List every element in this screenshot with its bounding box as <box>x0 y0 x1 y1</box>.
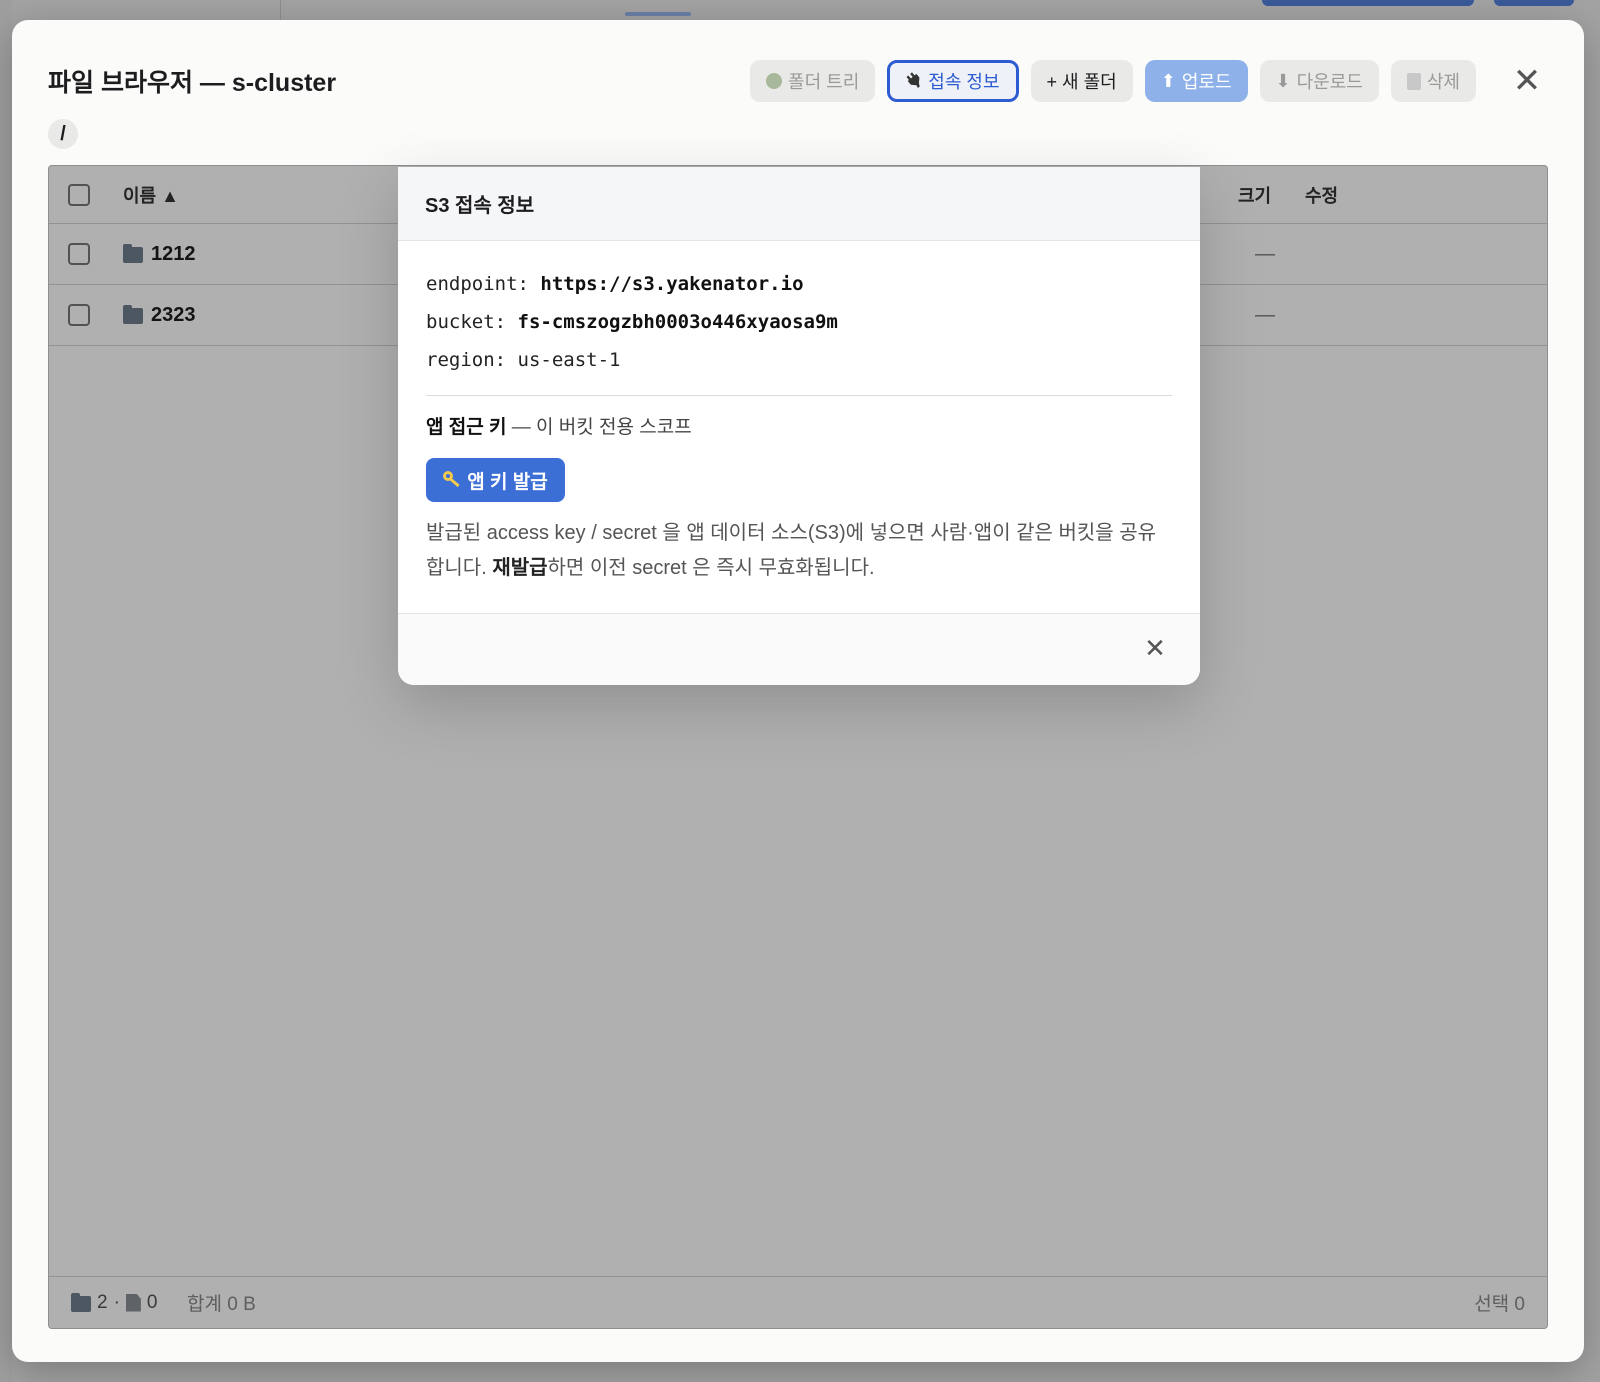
column-name-header[interactable]: 이름 ▲ <box>123 182 179 208</box>
app-key-description: 발급된 access key / secret 을 앱 데이터 소스(S3)에 … <box>426 516 1172 586</box>
folder-count: 2 <box>97 1291 108 1313</box>
region-line: region: us-east-1 <box>426 341 1172 379</box>
upload-button[interactable]: ⬆ 업로드 <box>1144 60 1248 102</box>
folder-icon <box>123 244 143 263</box>
popover-body: endpoint: https://s3.yakenator.io bucket… <box>398 241 1200 586</box>
region-value[interactable]: us-east-1 <box>518 349 621 371</box>
folder-name: 1212 <box>151 242 196 265</box>
folder-icon <box>123 305 143 324</box>
folder-icon <box>71 1292 91 1312</box>
key-icon <box>443 471 461 489</box>
download-label: 다운로드 <box>1296 72 1363 92</box>
endpoint-label: endpoint: <box>426 273 529 295</box>
row-size: — <box>1255 303 1275 326</box>
row-checkbox[interactable] <box>68 243 90 265</box>
close-modal-icon[interactable]: ✕ <box>1506 60 1548 102</box>
s3-connection-popover: S3 접속 정보 endpoint: https://s3.yakenator.… <box>398 167 1200 685</box>
trash-icon <box>1406 72 1421 90</box>
table-footer: 2 · 0 합계 0 B 선택 0 <box>49 1276 1547 1328</box>
tree-icon <box>766 73 783 89</box>
issue-app-key-button[interactable]: 앱 키 발급 <box>426 458 565 502</box>
background-button <box>1262 0 1474 6</box>
desc-bold: 재발급 <box>492 557 548 579</box>
column-size-header[interactable]: 크기 <box>1238 182 1271 208</box>
select-all-checkbox[interactable] <box>68 183 90 206</box>
upload-arrow-icon: ⬆ <box>1160 70 1176 91</box>
folder-name: 2323 <box>151 303 196 326</box>
background-sidebar <box>0 0 12 1382</box>
delete-button[interactable]: 삭제 <box>1390 60 1476 102</box>
footer-separator: · <box>113 1291 120 1313</box>
row-checkbox[interactable] <box>68 304 90 326</box>
row-name[interactable]: 1212 <box>123 243 196 266</box>
new-folder-button[interactable]: + 새 폴더 <box>1030 60 1133 102</box>
upload-label: 업로드 <box>1181 72 1232 92</box>
new-folder-label: + 새 폴더 <box>1046 72 1117 92</box>
popover-footer: ✕ <box>398 613 1200 685</box>
bucket-label: bucket: <box>426 311 507 333</box>
bucket-value[interactable]: fs-cmszogzbh0003o446xyaosa9m <box>518 311 838 333</box>
background-tab-indicator <box>625 12 691 16</box>
file-count: 0 <box>146 1291 158 1313</box>
divider <box>426 395 1172 396</box>
breadcrumb-root[interactable]: / <box>48 119 78 149</box>
folder-tree-label: 폴더 트리 <box>788 72 860 92</box>
connection-info-label: 접속 정보 <box>928 72 1000 92</box>
download-arrow-icon: ⬇ <box>1275 70 1291 91</box>
issue-app-key-label: 앱 키 발급 <box>467 471 548 493</box>
row-name[interactable]: 2323 <box>123 304 196 327</box>
modal-title: 파일 브라우저 — s-cluster <box>48 69 337 97</box>
footer-counts: 2 · 0 <box>71 1292 157 1314</box>
endpoint-value[interactable]: https://s3.yakenator.io <box>540 273 803 295</box>
row-size: — <box>1255 242 1275 265</box>
modal-header: 파일 브라우저 — s-cluster 폴더 트리 접속 정보 + 새 폴더 ⬆… <box>48 58 1548 104</box>
download-button[interactable]: ⬇ 다운로드 <box>1259 60 1379 102</box>
folder-tree-button[interactable]: 폴더 트리 <box>750 60 876 102</box>
app-key-heading: 앱 접근 키 — 이 버킷 전용 스코프 <box>426 412 1172 444</box>
connection-info-button[interactable]: 접속 정보 <box>887 60 1019 102</box>
file-icon <box>125 1293 141 1312</box>
delete-label: 삭제 <box>1426 72 1460 92</box>
plug-icon <box>903 70 926 93</box>
region-label: region: <box>426 349 507 371</box>
app-key-title: 앱 접근 키 <box>426 417 507 438</box>
endpoint-line: endpoint: https://s3.yakenator.io <box>426 265 1172 303</box>
desc-part2: 하면 이전 secret 은 즉시 무효화됩니다. <box>547 557 875 579</box>
background-divider <box>280 0 281 20</box>
toolbar: 폴더 트리 접속 정보 + 새 폴더 ⬆ 업로드 ⬇ 다운로드 삭제 ✕ <box>750 60 1548 102</box>
column-modified-header[interactable]: 수정 <box>1305 182 1338 208</box>
app-key-scope: — 이 버킷 전용 스코프 <box>506 417 692 438</box>
popover-title: S3 접속 정보 <box>398 167 1200 241</box>
footer-selected: 선택 0 <box>1474 1294 1525 1315</box>
background-button <box>1494 0 1574 6</box>
bucket-line: bucket: fs-cmszogzbh0003o446xyaosa9m <box>426 303 1172 341</box>
close-popover-icon[interactable]: ✕ <box>1140 634 1170 664</box>
footer-total: 합계 0 B <box>187 1294 256 1315</box>
